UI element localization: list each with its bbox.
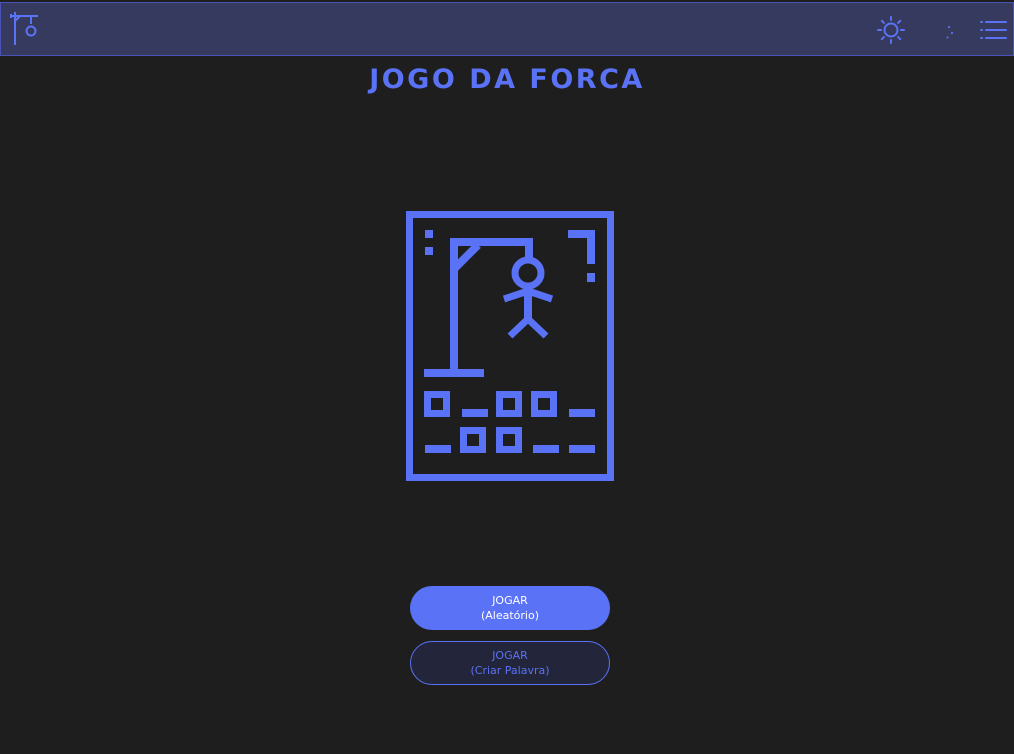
moon-icon[interactable] xyxy=(927,15,957,45)
play-create-label: JOGAR xyxy=(492,649,528,662)
page-title: JOGO DA FORCA xyxy=(369,64,645,95)
play-create-word-button[interactable]: JOGAR (Criar Palavra) xyxy=(410,641,610,685)
play-create-sublabel: (Criar Palavra) xyxy=(470,664,550,677)
hangman-card-icon xyxy=(406,211,614,481)
gallows-logo-icon[interactable] xyxy=(10,10,40,46)
menu-icon[interactable] xyxy=(978,15,1008,45)
navbar xyxy=(0,2,1014,56)
play-random-button[interactable]: JOGAR (Aleatório) xyxy=(410,586,610,630)
play-random-label: JOGAR xyxy=(492,594,528,607)
sun-icon[interactable] xyxy=(876,15,906,45)
play-random-sublabel: (Aleatório) xyxy=(480,609,540,622)
